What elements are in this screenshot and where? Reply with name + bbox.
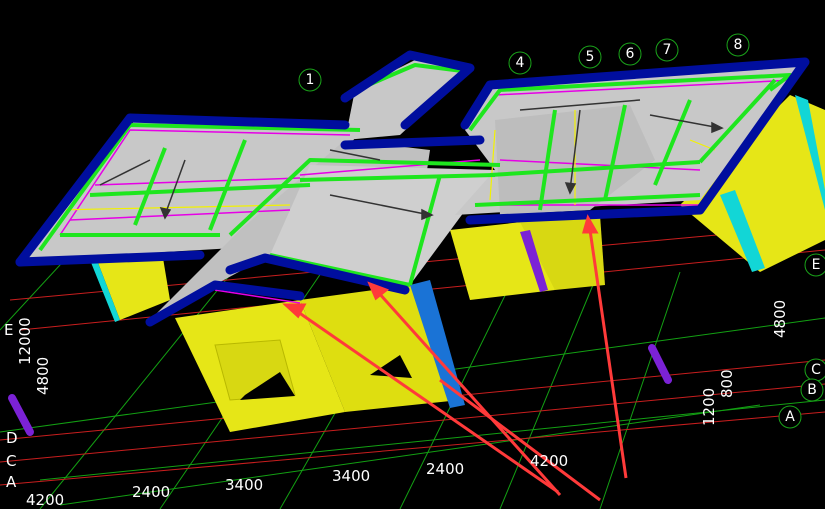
dim-bottom-6: 4200 bbox=[530, 452, 568, 470]
dim-bottom-4: 3400 bbox=[332, 467, 370, 485]
axis-letter-e-left: E bbox=[4, 321, 13, 339]
bottom-dimensions: 4200 2400 3400 3400 2400 4200 bbox=[26, 452, 568, 509]
svg-text:8: 8 bbox=[734, 37, 743, 53]
dim-left-1: 12000 bbox=[16, 317, 34, 365]
dim-right-3: 1200 bbox=[700, 388, 718, 426]
axis-bubble-8: 8 bbox=[726, 33, 750, 57]
dim-left-2: 4800 bbox=[34, 357, 52, 395]
axis-bubble-4: 4 bbox=[508, 51, 532, 75]
svg-text:A: A bbox=[785, 409, 795, 425]
dim-bottom-2: 2400 bbox=[132, 483, 170, 501]
axis-letter-d-left: D bbox=[6, 429, 18, 447]
axis-letter-a-left: A bbox=[6, 473, 17, 491]
svg-text:5: 5 bbox=[586, 49, 595, 65]
svg-text:C: C bbox=[811, 362, 821, 378]
dim-bottom-5: 2400 bbox=[426, 460, 464, 478]
svg-text:4: 4 bbox=[516, 55, 525, 71]
svg-text:1: 1 bbox=[306, 72, 315, 88]
dim-right-2: 800 bbox=[718, 369, 736, 398]
axis-bubble-6: 6 bbox=[618, 42, 642, 66]
svg-text:7: 7 bbox=[663, 42, 672, 58]
svg-text:6: 6 bbox=[626, 46, 635, 62]
axis-bubble-b-right: B bbox=[800, 378, 824, 402]
middle-right-block bbox=[450, 215, 605, 300]
svg-text:B: B bbox=[807, 382, 817, 398]
axis-bubble-c-right: C bbox=[804, 358, 825, 382]
axis-bubble-5: 5 bbox=[578, 45, 602, 69]
dim-right-1: 4800 bbox=[771, 300, 789, 338]
axis-letter-c-left: C bbox=[6, 452, 16, 470]
axis-bubble-7: 7 bbox=[655, 38, 679, 62]
dim-bottom-1: 4200 bbox=[26, 491, 64, 509]
3d-structure-viewport[interactable]: 1 4 5 6 7 8 E C B A E D C A 4200 2400 34… bbox=[0, 0, 825, 509]
axis-bubble-a-right: A bbox=[778, 405, 802, 429]
axis-bubble-1: 1 bbox=[298, 68, 322, 92]
front-center-block bbox=[175, 280, 465, 432]
dim-bottom-3: 3400 bbox=[225, 476, 263, 494]
svg-text:E: E bbox=[812, 257, 821, 273]
axis-bubble-e-right: E bbox=[804, 253, 825, 277]
